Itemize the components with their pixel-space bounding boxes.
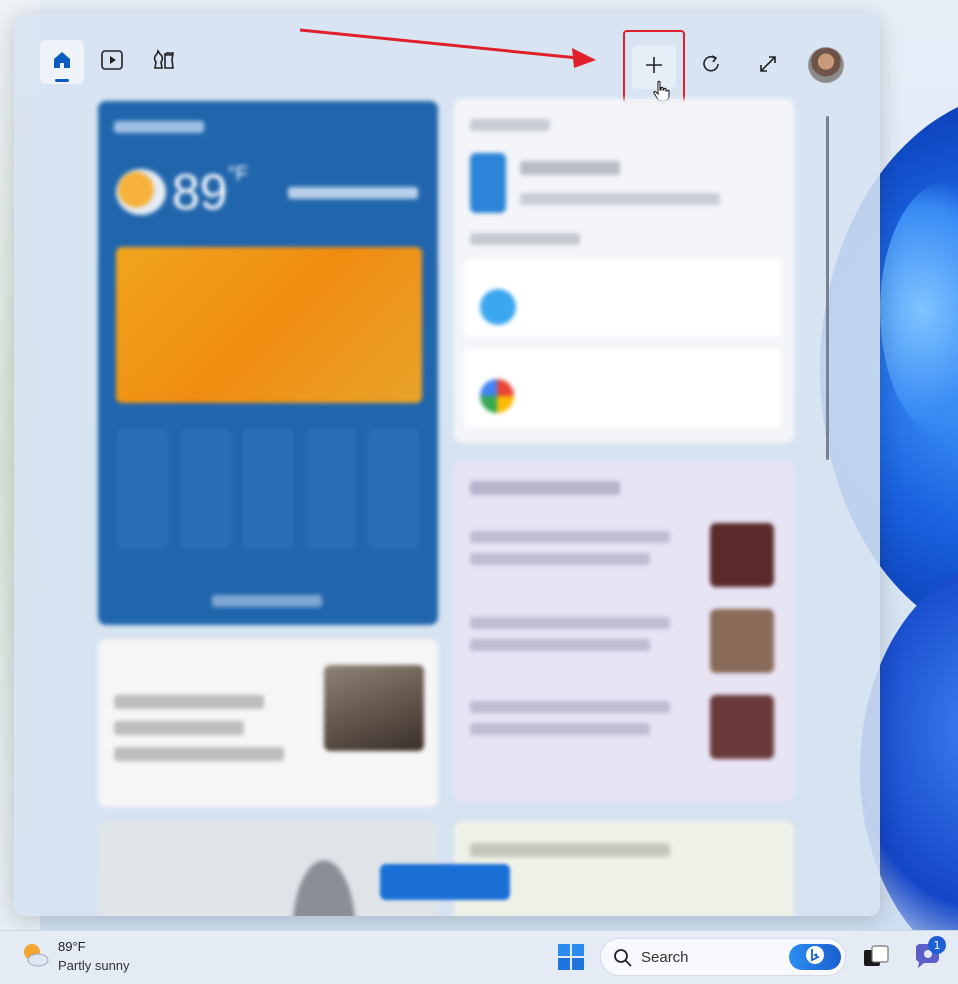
task-view-icon xyxy=(862,945,890,974)
see-more-button[interactable] xyxy=(380,864,510,900)
taskbar-weather-condition[interactable]: Partly sunny xyxy=(58,958,130,973)
refresh-button[interactable] xyxy=(689,44,733,88)
news-widget[interactable] xyxy=(98,639,438,807)
chat-icon xyxy=(912,944,944,976)
taskbar-search-box[interactable]: Search xyxy=(600,938,846,976)
windows-logo-icon xyxy=(556,944,586,976)
profile-avatar[interactable] xyxy=(808,47,844,83)
bing-chat-button[interactable] xyxy=(789,944,841,970)
search-icon xyxy=(613,948,633,968)
home-icon xyxy=(51,49,73,76)
weather-radar-map xyxy=(116,247,422,403)
weather-partly-sunny-icon[interactable] xyxy=(20,940,50,970)
add-widgets-highlight xyxy=(623,30,685,104)
plus-icon xyxy=(643,54,665,81)
weather-sun-cloud-icon xyxy=(116,169,166,215)
expand-icon xyxy=(757,53,779,80)
weather-card-unit: °F xyxy=(227,163,248,185)
widgets-panel: 89°F xyxy=(14,14,880,916)
search-label: Search xyxy=(641,949,689,966)
widget-board: 89°F xyxy=(94,99,804,916)
nav-home-button[interactable] xyxy=(40,40,84,84)
chat-notification-badge: 1 xyxy=(928,936,946,954)
nav-watch-button[interactable] xyxy=(90,40,134,84)
taskbar-weather-temp[interactable]: 89°F xyxy=(58,939,86,954)
panel-scrollbar[interactable] xyxy=(826,116,829,460)
nav-games-button[interactable] xyxy=(142,40,186,84)
expand-button[interactable] xyxy=(746,44,790,88)
champions-league-widget[interactable] xyxy=(454,461,794,801)
task-view-button[interactable] xyxy=(862,944,890,970)
play-icon xyxy=(100,49,124,76)
weather-card-temperature: 89 xyxy=(172,164,228,220)
weather-widget[interactable]: 89°F xyxy=(98,101,438,625)
bing-icon xyxy=(805,945,825,970)
refresh-icon xyxy=(700,53,722,80)
annotation-arrow-top xyxy=(299,28,596,68)
phone-link-widget[interactable] xyxy=(454,99,794,443)
start-button[interactable] xyxy=(556,942,586,972)
chess-icon xyxy=(151,48,177,77)
